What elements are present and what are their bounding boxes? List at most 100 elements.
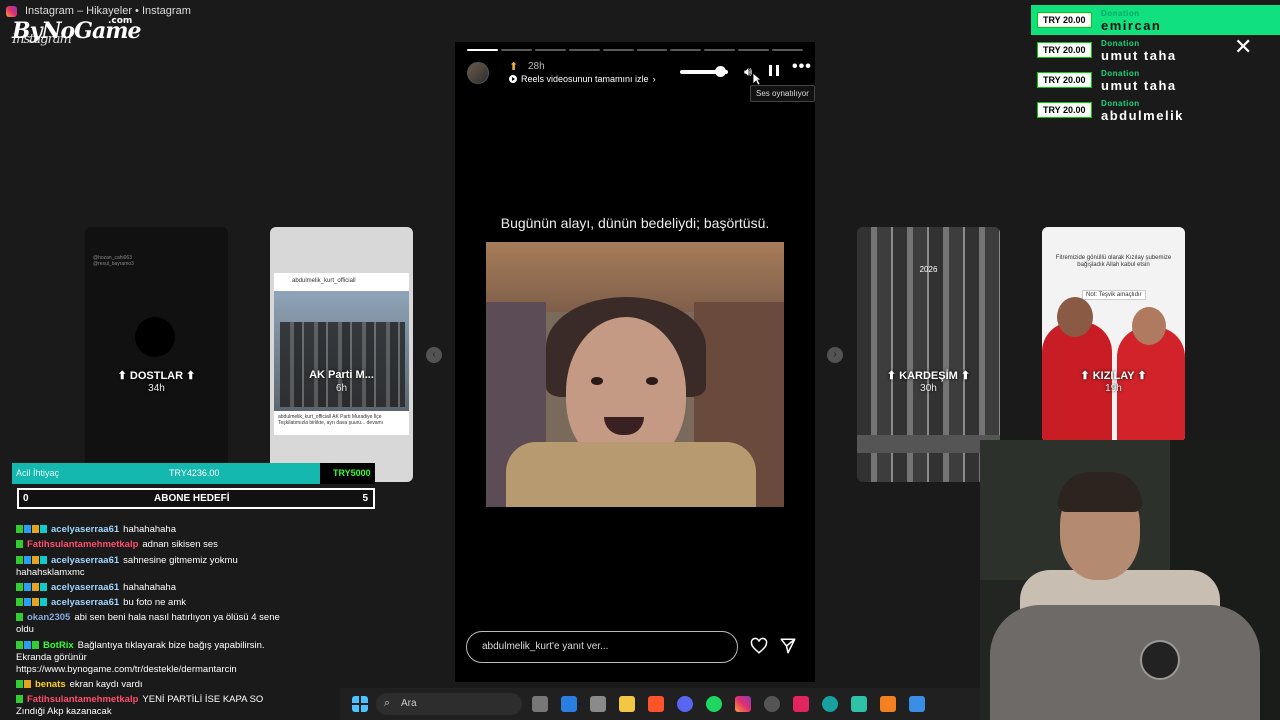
chat-badge-icon (24, 598, 31, 607)
chat-username[interactable]: BotRix (43, 640, 74, 651)
chat-text: ekran kaydı vardı (69, 679, 143, 691)
story-card-akparti[interactable]: abdulmelik_kurt_officiall abdulmelik_kur… (270, 227, 413, 482)
avatar[interactable] (467, 62, 489, 84)
chat-badge-icon (24, 582, 31, 591)
bynogame-logo: ByNoGame .com Instagram (12, 16, 141, 47)
taskbar-search-input[interactable]: ⌕ Ara (376, 693, 522, 715)
donation-amount: TRY 20.00 (1037, 72, 1092, 88)
obs-icon[interactable] (764, 696, 780, 712)
chat-username[interactable]: Fatihsulantamehmetkalp (27, 694, 138, 705)
donation-name: umut taha (1101, 48, 1177, 63)
subscriber-goal-bar: 0 ABONE HEDEFİ 5 (17, 488, 375, 509)
folder-icon[interactable] (619, 696, 635, 712)
reels-link-label: Reels videosunun tamamını izle (521, 74, 649, 84)
story-card-kizilay[interactable]: Fitremizide gönüllü olarak Kızılay şubem… (1042, 227, 1185, 442)
network-icon[interactable] (822, 696, 838, 712)
chat-message: BotRix Bağlantıya tıklayarak bize bağış y… (16, 640, 286, 676)
chat-badge-icon (32, 640, 39, 649)
store-icon[interactable] (561, 696, 577, 712)
pause-icon[interactable] (769, 65, 779, 76)
chat-username[interactable]: acelyaserraa61 (51, 597, 119, 608)
chat-badge-icon (40, 598, 47, 607)
chat-badge-icon (16, 582, 23, 591)
logo-suffix: .com (108, 16, 133, 26)
volume-tooltip: Ses oynatılıyor (750, 85, 815, 102)
chat-badge-icon (24, 640, 31, 649)
story-time: 28h (528, 61, 545, 72)
chat-username[interactable]: acelyaserraa61 (51, 524, 119, 535)
chat-message: Fatihsulantamehmetkalp adnan sikisen ses (16, 539, 286, 551)
chat-text: adnan sikisen ses (142, 539, 218, 551)
chat-badge-icon (24, 680, 31, 689)
taskbar-search-label: Ara (401, 698, 417, 709)
chat-badge-icon (16, 613, 23, 622)
chat-badge-icon (32, 582, 39, 591)
reels-link[interactable]: Reels videosunun tamamını izle › (509, 74, 656, 84)
chevron-right-icon: › (652, 74, 656, 84)
chat-badge-icon (24, 525, 31, 533)
chat-badge-icon (16, 555, 23, 564)
settings-icon[interactable] (590, 696, 606, 712)
task-view-icon[interactable] (532, 696, 548, 712)
more-options-icon[interactable]: ••• (792, 58, 812, 76)
chat-username[interactable]: Fatihsulantamehmetkalp (27, 539, 138, 550)
search-icon: ⌕ (384, 697, 391, 709)
goal-label: Acil İhtiyaç (16, 468, 60, 478)
goal-target: TRY5000 (320, 463, 375, 484)
card-post-user: abdulmelik_kurt_officiall (274, 273, 409, 291)
volume-icon[interactable]: 🔊︎ (744, 64, 752, 80)
sub-goal-left: 0 (23, 493, 29, 504)
donation-label: Donation (1101, 9, 1140, 18)
chat-message: acelyaserraa61 sahnesine gitmemiz yokmu h… (16, 555, 286, 579)
spotify-icon[interactable] (706, 696, 722, 712)
send-icon[interactable] (779, 637, 797, 655)
discord-icon[interactable] (677, 696, 693, 712)
donation-item: TRY 20.00 Donation umut taha (1031, 65, 1280, 95)
webcam-feed (980, 440, 1280, 720)
card-time: 34h (148, 383, 165, 394)
chat-badge-icon (40, 555, 47, 564)
prev-story-arrow-icon[interactable]: ‹ (426, 347, 442, 363)
next-story-arrow-icon[interactable]: › (827, 347, 843, 363)
chat-badge-icon (16, 680, 23, 689)
close-icon[interactable]: ✕ (1234, 36, 1252, 58)
windows-start-icon[interactable] (352, 696, 368, 712)
story-progress (467, 49, 804, 51)
chat-message: acelyaserraa61 hahahahaha (16, 524, 286, 536)
donation-item: TRY 20.00 Donation abdulmelik (1031, 95, 1280, 125)
card-label: ⬆ DOSTLAR ⬆ (117, 370, 196, 382)
chat-username[interactable]: acelyaserraa61 (51, 555, 119, 566)
notepad-icon[interactable] (909, 696, 925, 712)
chat-message: benats ekran kaydı vardı (16, 679, 286, 691)
goal-current: TRY4236.00 (169, 468, 220, 478)
chat-badge-icon (40, 525, 47, 533)
shirt-emblem-icon (1140, 640, 1180, 680)
donation-name: abdulmelik (1101, 108, 1184, 123)
donation-amount: TRY 20.00 (1037, 42, 1092, 58)
story-viewer: ⬆ 28h Reels videosunun tamamını izle › 🔊… (455, 42, 815, 682)
brave-browser-icon[interactable] (648, 696, 664, 712)
donation-label: Donation (1101, 69, 1140, 78)
story-card-dostlar[interactable]: @hozan_cahi063 @resul_bayramo3 ⬆ DOSTLAR… (85, 227, 228, 482)
x-app-icon[interactable] (793, 696, 809, 712)
chat-badge-icon (16, 598, 23, 607)
cloud-icon[interactable] (880, 696, 896, 712)
heart-icon[interactable] (750, 637, 768, 655)
instagram-app-icon[interactable] (735, 696, 751, 712)
kick-icon[interactable] (851, 696, 867, 712)
chat-badge-icon (24, 555, 31, 564)
card-people-image (280, 322, 405, 407)
card-year: 2026 (919, 265, 938, 274)
chat-username[interactable]: okan2305 (27, 612, 70, 623)
chat-username[interactable]: benats (35, 679, 66, 690)
chat-badge-icon (16, 525, 23, 533)
donation-feed: TRY 20.00 Donation emircan TRY 20.00 Don… (1031, 5, 1280, 125)
story-card-kardesim[interactable]: 2026 ⬆ KARDEŞİM ⬆ 30h (857, 227, 1000, 482)
volume-knob[interactable] (715, 66, 726, 77)
card-time: 30h (920, 383, 937, 394)
chat-username[interactable]: acelyaserraa61 (51, 582, 119, 593)
chat-text: hahahahaha (123, 581, 176, 593)
story-video[interactable] (486, 242, 784, 507)
reply-input[interactable]: abdulmelik_kurt'e yanıt ver... (466, 631, 738, 663)
card-post-caption: abdulmelik_kurt_officiall AK Parti Murad… (274, 411, 409, 435)
